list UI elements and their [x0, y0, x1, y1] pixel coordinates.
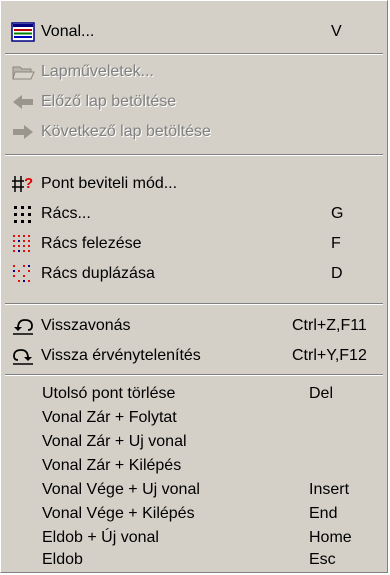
menu-item-label: Előző lap betöltése: [41, 93, 177, 110]
context-menu: Vonal... V Lapműveletek... Előző lap bet…: [0, 0, 388, 573]
menu-item-label: Visszavonás: [41, 317, 131, 334]
menu-separator: [5, 374, 383, 376]
menu-separator: [5, 154, 383, 156]
menu-item-vonal[interactable]: Vonal... V: [1, 17, 387, 47]
folder-open-icon: [11, 61, 35, 83]
menu-item-shortcut: Esc: [309, 551, 336, 568]
menu-item-vissza-ervenytelenites[interactable]: Vissza érvénytelenítés Ctrl+Y,F12: [1, 341, 387, 371]
menu-item-shortcut: Ctrl+Y,F12: [292, 347, 367, 364]
grid-icon: [11, 203, 35, 225]
menu-item-racs[interactable]: Rács... G: [1, 199, 387, 229]
menu-separator: [5, 303, 383, 305]
menu-item-racs-duplazasa[interactable]: Rács duplázása D: [1, 259, 387, 289]
menu-item-label: Lapműveletek...: [41, 63, 154, 80]
grid-halve-icon: [11, 233, 35, 255]
menu-separator: [5, 53, 383, 55]
menu-item-label: Következő lap betöltése: [41, 123, 211, 140]
menu-item-label: Rács duplázása: [41, 265, 155, 282]
arrow-right-icon: [11, 121, 35, 143]
menu-item-shortcut: Insert: [309, 481, 350, 498]
menu-item-label: Pont beviteli mód...: [41, 175, 178, 192]
menu-item-shortcut: Del: [309, 385, 334, 402]
menu-item-shortcut: G: [331, 205, 344, 222]
menu-item-pont-beviteli-mod[interactable]: ? Pont beviteli mód...: [1, 169, 387, 199]
point-input-icon: ?: [11, 173, 35, 195]
menu-item-shortcut: F: [331, 235, 341, 252]
menu-item-label: Vonal Zár + Folytat: [42, 409, 177, 426]
menu-item-label: Vonal Vége + Uj vonal: [42, 481, 200, 498]
menu-item-label: Vonal...: [41, 23, 95, 40]
menu-item-label: Vonal Zár + Kilépés: [42, 457, 182, 474]
menu-item-label: Rács...: [41, 205, 91, 222]
undo-icon: [11, 315, 35, 337]
menu-item-label: Rács felezése: [41, 235, 142, 252]
grid-double-icon: [11, 263, 35, 285]
line-settings-icon: [11, 21, 35, 43]
menu-item-racs-felezese[interactable]: Rács felezése F: [1, 229, 387, 259]
menu-item-label: Vonal Zár + Uj vonal: [42, 433, 187, 450]
arrow-left-icon: [11, 91, 35, 113]
menu-item-shortcut: End: [309, 505, 338, 522]
menu-item-shortcut: D: [331, 265, 343, 282]
menu-item-label: Utolsó pont törlése: [42, 385, 176, 402]
menu-item-label: Vonal Vége + Kilépés: [42, 505, 195, 522]
menu-item-elozo-lap[interactable]: Előző lap betöltése: [1, 87, 387, 117]
menu-item-kovetkezo-lap[interactable]: Következő lap betöltése: [1, 117, 387, 147]
menu-item-shortcut: Ctrl+Z,F11: [292, 317, 367, 334]
redo-icon: [11, 345, 35, 367]
menu-item-eldob[interactable]: Eldob Esc: [1, 545, 387, 575]
svg-text:?: ?: [24, 175, 33, 192]
menu-item-label: Eldob: [42, 551, 83, 568]
menu-item-visszavonas[interactable]: Visszavonás Ctrl+Z,F11: [1, 311, 387, 341]
menu-item-lapmuveletek[interactable]: Lapműveletek...: [1, 57, 387, 87]
menu-item-label: Vissza érvénytelenítés: [41, 347, 201, 364]
menu-item-shortcut: V: [331, 23, 342, 40]
